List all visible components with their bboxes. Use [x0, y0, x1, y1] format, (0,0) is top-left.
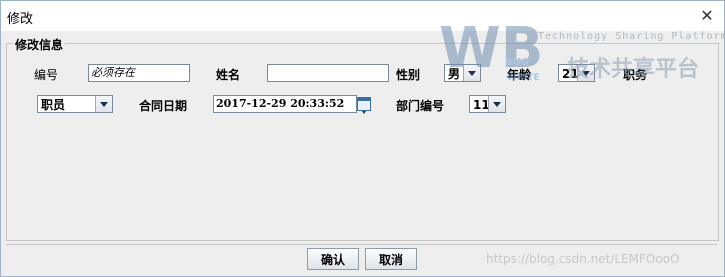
position-select[interactable]: 职员	[37, 95, 113, 113]
window-title: 修改	[7, 12, 34, 27]
id-label: 编号	[34, 68, 59, 82]
watermark-chinese: 技术共享平台	[567, 57, 700, 82]
name-label: 姓名	[216, 68, 241, 82]
id-field[interactable]: 必须存在	[88, 64, 190, 82]
confirm-button[interactable]: 确认	[307, 248, 359, 270]
dept-id-label: 部门编号	[396, 99, 445, 113]
watermark-letters: WB	[439, 16, 544, 81]
gender-label: 性别	[396, 68, 421, 82]
watermark-url: https://blog.csdn.net/LEMFOooO	[486, 252, 680, 266]
calendar-icon[interactable]	[357, 97, 371, 114]
dept-id-select[interactable]: 11	[469, 95, 506, 113]
watermark-write: WRITE	[507, 73, 540, 83]
contract-date-label: 合同日期	[139, 99, 188, 113]
group-legend: 修改信息	[13, 36, 66, 53]
edit-dialog: 修改 ✕ 修改信息 编号 必须存在 姓名 性别 男 年龄 21 职务 职员 合同…	[0, 0, 725, 277]
watermark-logo: WB BUG WRITE Technology Sharing Platform…	[439, 16, 725, 89]
name-field[interactable]	[267, 64, 389, 82]
watermark-bug: BUG	[505, 57, 529, 68]
chevron-down-icon[interactable]	[488, 96, 505, 112]
position-value: 职员	[41, 98, 66, 112]
separator	[6, 244, 717, 245]
watermark-tagline: Technology Sharing Platform	[538, 31, 725, 42]
cancel-button[interactable]: 取消	[365, 248, 417, 270]
contract-date-field[interactable]: 2017-12-29 20:33:52	[213, 95, 357, 113]
chevron-down-icon[interactable]	[95, 96, 112, 112]
